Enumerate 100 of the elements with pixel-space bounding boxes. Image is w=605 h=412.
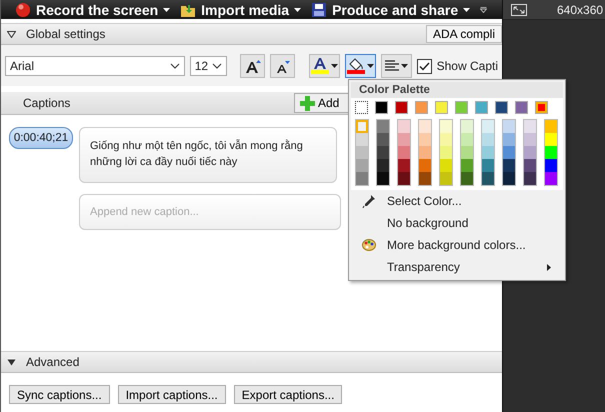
section-header[interactable]: Advanced xyxy=(1,351,502,373)
preview-size-tab[interactable]: 640x360 xyxy=(503,0,605,20)
overflow-icon[interactable] xyxy=(480,6,488,12)
color-swatch[interactable] xyxy=(398,133,410,146)
caret-icon xyxy=(294,8,302,12)
add-caption-button[interactable]: Add xyxy=(294,93,350,113)
caret-icon xyxy=(366,64,374,68)
color-swatch[interactable] xyxy=(524,120,536,133)
color-swatch[interactable] xyxy=(524,159,536,172)
color-swatch[interactable] xyxy=(395,101,408,114)
color-swatch[interactable] xyxy=(482,146,494,159)
font-dropdown[interactable]: Arial xyxy=(5,56,185,76)
color-swatch[interactable] xyxy=(419,146,431,159)
menu-item[interactable]: More background colors... xyxy=(351,234,563,256)
color-swatch[interactable] xyxy=(440,172,452,185)
color-swatch[interactable] xyxy=(377,172,389,185)
color-swatch[interactable] xyxy=(440,133,452,146)
color-swatch[interactable] xyxy=(398,159,410,172)
append-caption-field[interactable]: Append new caption... xyxy=(79,194,341,230)
fill-color-button[interactable] xyxy=(345,54,376,78)
color-swatch[interactable] xyxy=(356,159,368,172)
color-swatch[interactable] xyxy=(503,159,515,172)
color-swatch[interactable] xyxy=(377,146,389,159)
color-swatch[interactable] xyxy=(482,133,494,146)
size-dropdown[interactable]: 12 xyxy=(190,56,227,76)
color-swatch[interactable] xyxy=(461,120,473,133)
caret-icon xyxy=(163,8,170,12)
menu-item[interactable]: Transparency xyxy=(351,256,563,278)
show-captions-checkbox[interactable]: Show Capti xyxy=(416,58,498,74)
timestamp-badge[interactable]: 0:00:40;21 xyxy=(9,127,73,149)
color-swatch[interactable] xyxy=(482,172,494,185)
section-header[interactable]: Global settings ADA compli xyxy=(1,23,502,45)
color-swatch[interactable] xyxy=(461,159,473,172)
no-color-swatch[interactable] xyxy=(355,101,368,114)
color-swatch[interactable] xyxy=(375,101,388,114)
grow-font-icon xyxy=(244,59,261,73)
color-swatch[interactable] xyxy=(535,101,548,114)
color-swatch[interactable] xyxy=(419,120,431,133)
color-swatch[interactable] xyxy=(377,133,389,146)
action-button[interactable]: Sync captions... xyxy=(9,385,110,404)
color-swatch[interactable] xyxy=(503,120,515,133)
color-swatch[interactable] xyxy=(515,101,528,114)
caret-icon xyxy=(463,8,470,12)
text-color-button[interactable] xyxy=(309,54,340,78)
menu-button[interactable]: Import media xyxy=(180,2,302,18)
menu-button[interactable]: Record the screen xyxy=(15,2,170,18)
color-swatch[interactable] xyxy=(545,172,557,185)
color-swatch[interactable] xyxy=(377,159,389,172)
color-swatch[interactable] xyxy=(435,101,448,114)
color-swatch[interactable] xyxy=(356,120,368,133)
plus-icon xyxy=(300,96,315,110)
color-swatch[interactable] xyxy=(377,120,389,133)
menu-item[interactable]: No background xyxy=(351,212,563,234)
color-swatch[interactable] xyxy=(419,159,431,172)
color-swatch[interactable] xyxy=(461,146,473,159)
menu-item[interactable]: Select Color... xyxy=(351,190,563,212)
color-swatch[interactable] xyxy=(495,101,508,114)
submenu-arrow-icon xyxy=(547,264,551,270)
color-swatch[interactable] xyxy=(356,133,368,146)
caption-text-box[interactable]: Giống như một tên ngốc, tôi vẫn mong rằng những lời ca đầy nuối tiếc này xyxy=(79,127,337,183)
color-swatch[interactable] xyxy=(524,133,536,146)
color-swatch[interactable] xyxy=(545,146,557,159)
color-swatch[interactable] xyxy=(440,146,452,159)
color-swatch[interactable] xyxy=(440,120,452,133)
action-button[interactable]: Export captions... xyxy=(234,385,342,404)
color-swatch[interactable] xyxy=(545,120,557,133)
color-swatch[interactable] xyxy=(524,146,536,159)
color-swatch[interactable] xyxy=(545,159,557,172)
color-swatch[interactable] xyxy=(356,146,368,159)
color-swatch[interactable] xyxy=(503,146,515,159)
checkmark-icon xyxy=(418,62,430,70)
section-title: Advanced xyxy=(26,355,80,369)
grow-font-button[interactable] xyxy=(240,54,266,78)
menu-button[interactable]: Produce and share xyxy=(311,2,470,18)
menu-title: Color Palette xyxy=(351,82,563,98)
color-swatch[interactable] xyxy=(415,101,428,114)
color-swatch[interactable] xyxy=(524,172,536,185)
color-swatch[interactable] xyxy=(545,133,557,146)
color-swatch[interactable] xyxy=(398,146,410,159)
color-swatch[interactable] xyxy=(482,159,494,172)
color-swatch[interactable] xyxy=(398,120,410,133)
color-swatch[interactable] xyxy=(398,172,410,185)
shrink-font-button[interactable] xyxy=(270,54,296,78)
color-swatch[interactable] xyxy=(419,133,431,146)
color-swatch[interactable] xyxy=(503,172,515,185)
align-button[interactable] xyxy=(380,54,412,78)
color-swatch[interactable] xyxy=(503,133,515,146)
color-swatch[interactable] xyxy=(475,101,488,114)
color-swatch[interactable] xyxy=(419,172,431,185)
ada-button[interactable]: ADA compli xyxy=(426,25,502,43)
paint-bucket-icon xyxy=(346,58,365,74)
shrink-font-icon xyxy=(276,60,290,72)
color-swatch[interactable] xyxy=(440,159,452,172)
color-swatch[interactable] xyxy=(482,120,494,133)
caret-icon xyxy=(400,64,408,68)
color-swatch[interactable] xyxy=(356,172,368,185)
color-swatch[interactable] xyxy=(461,172,473,185)
color-swatch[interactable] xyxy=(455,101,468,114)
action-button[interactable]: Import captions... xyxy=(118,385,226,404)
color-swatch[interactable] xyxy=(461,133,473,146)
